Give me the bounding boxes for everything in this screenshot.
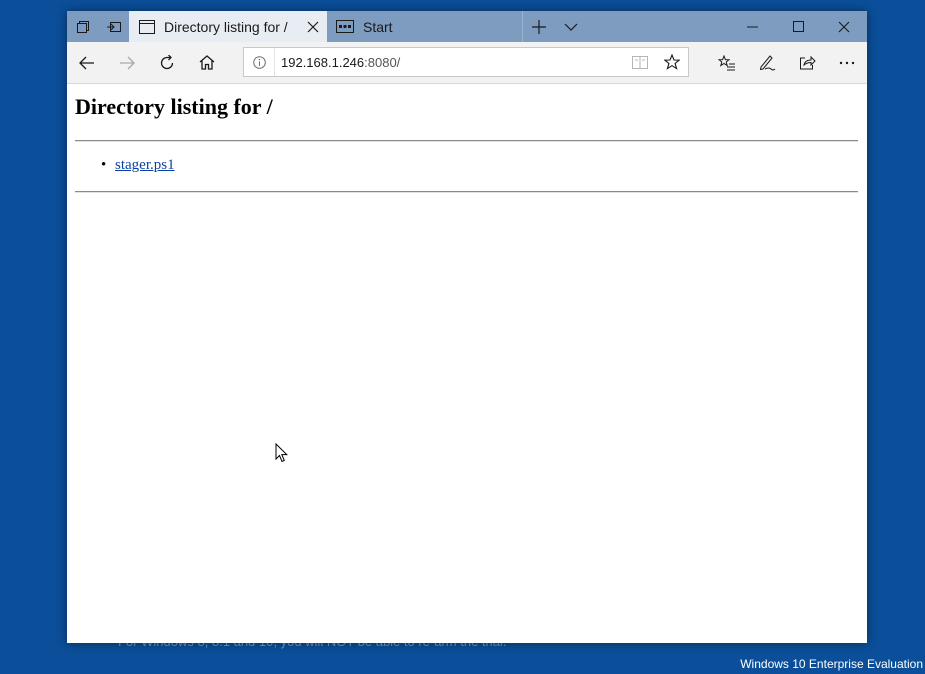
info-icon [252, 55, 266, 69]
more-icon [839, 61, 855, 65]
web-note-button[interactable] [747, 42, 787, 83]
refresh-icon [159, 54, 175, 71]
minimize-button[interactable] [729, 11, 775, 42]
navigation-bar: 192.168.1.246:8080/ [67, 42, 867, 84]
set-aside-icon [106, 20, 122, 34]
home-icon [199, 55, 215, 70]
maximize-icon [792, 21, 804, 32]
favorites-list-icon [718, 54, 736, 71]
close-icon [307, 21, 319, 33]
settings-more-button[interactable] [827, 42, 867, 83]
windows-watermark: Windows 10 Enterprise Evaluation [740, 657, 923, 671]
tab-preview-button[interactable] [555, 11, 587, 42]
arrow-left-icon [79, 56, 95, 70]
pen-icon [758, 54, 776, 71]
home-button[interactable] [187, 42, 227, 83]
favorites-hub-button[interactable] [707, 42, 747, 83]
tabs-aside-icon [76, 20, 90, 34]
bottom-divider [75, 191, 858, 193]
plus-icon [532, 19, 546, 34]
address-bar[interactable]: 192.168.1.246:8080/ [243, 47, 689, 77]
reading-view-button[interactable] [624, 48, 656, 76]
page-icon [139, 19, 155, 34]
share-icon [799, 55, 816, 70]
new-tab-button[interactable] [523, 11, 555, 42]
title-bar: Directory listing for / Start [67, 11, 867, 42]
browser-window: Directory listing for / Start 192.168.1.… [67, 11, 867, 643]
close-icon [838, 21, 850, 33]
site-info-button[interactable] [244, 48, 275, 76]
tab-start[interactable]: Start [327, 11, 523, 42]
arrow-right-icon [119, 56, 135, 70]
page-content: Directory listing for / • stager.ps1 [67, 84, 867, 643]
set-tabs-aside-button[interactable] [98, 11, 129, 42]
add-favorite-button[interactable] [656, 48, 688, 76]
tab-label: Directory listing for / [164, 18, 288, 35]
maximize-button[interactable] [775, 11, 821, 42]
chevron-down-icon [564, 23, 578, 31]
tab-label: Start [363, 18, 393, 35]
share-button[interactable] [787, 42, 827, 83]
close-window-button[interactable] [821, 11, 867, 42]
close-tab-button[interactable] [304, 18, 321, 35]
back-button[interactable] [67, 42, 107, 83]
address-url[interactable]: 192.168.1.246:8080/ [281, 55, 400, 70]
tab-directory-listing[interactable]: Directory listing for / [129, 11, 327, 42]
star-icon [664, 54, 680, 70]
forward-button[interactable] [107, 42, 147, 83]
list-item: • stager.ps1 [101, 157, 175, 174]
refresh-button[interactable] [147, 42, 187, 83]
file-link-stager[interactable]: stager.ps1 [115, 157, 175, 173]
window-controls [729, 11, 867, 42]
mouse-pointer-icon [275, 443, 288, 463]
bullet-icon: • [101, 157, 107, 173]
minimize-icon [746, 26, 758, 28]
book-icon [632, 55, 648, 69]
start-page-icon [336, 20, 354, 33]
address-host: 192.168.1.246 [281, 54, 365, 70]
page-title: Directory listing for / [75, 94, 273, 119]
top-divider [75, 140, 858, 142]
address-port: :8080/ [364, 54, 401, 70]
tab-manager-button[interactable] [67, 11, 98, 42]
file-list: • stager.ps1 [101, 157, 175, 174]
